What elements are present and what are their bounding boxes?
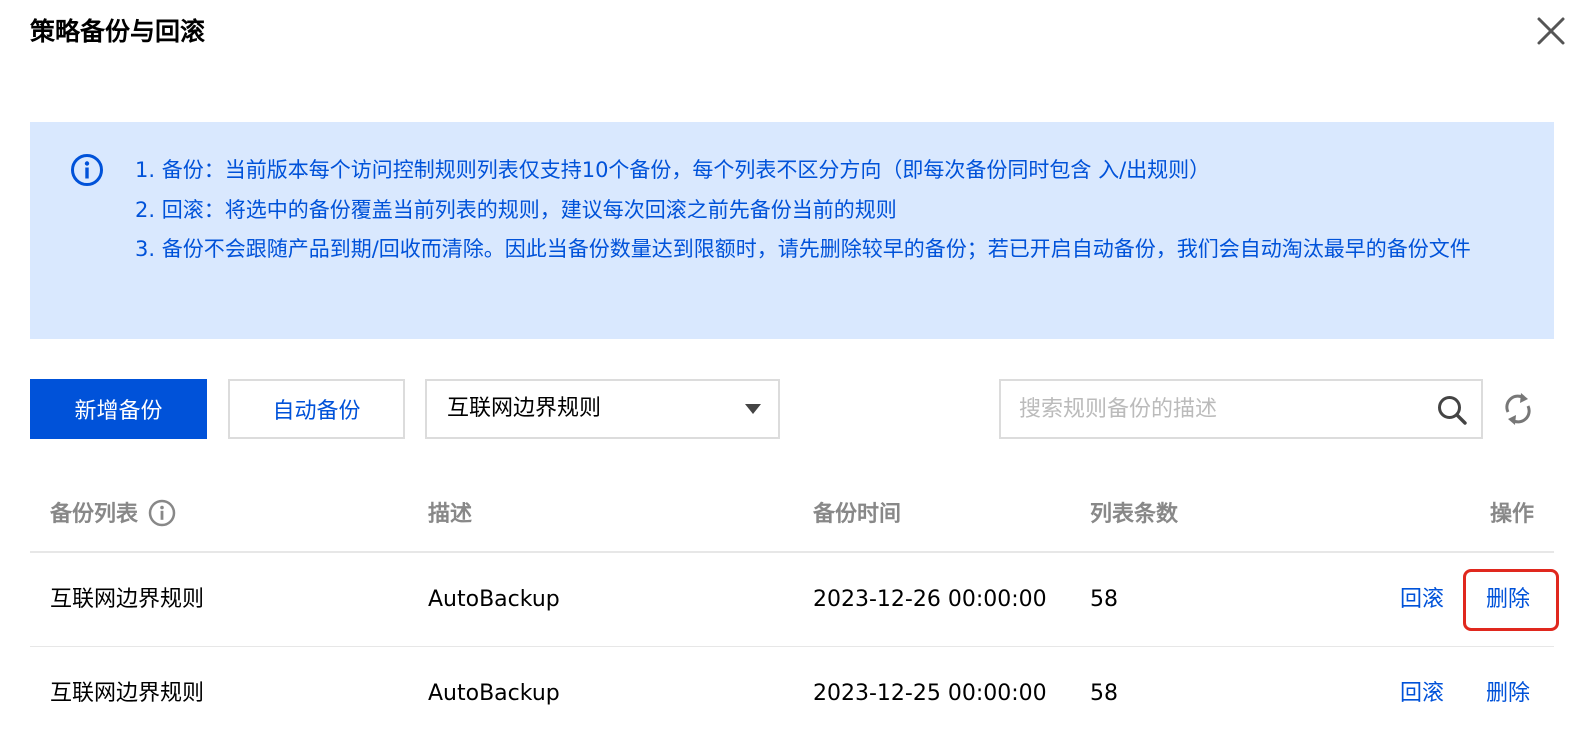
rollback-link[interactable]: 回滚 bbox=[1400, 553, 1444, 646]
chevron-down-icon bbox=[745, 404, 761, 414]
notice-line: 3. 备份不会跟随产品到期/回收而清除。因此当备份数量达到限额时，请先删除较早的… bbox=[135, 237, 1471, 261]
table-row: 互联网边界规则 AutoBackup 2023-12-25 00:00:00 5… bbox=[30, 647, 1554, 732]
cell-description: AutoBackup bbox=[428, 681, 560, 706]
close-icon[interactable] bbox=[1534, 14, 1568, 48]
delete-link[interactable]: 删除 bbox=[1486, 553, 1530, 646]
cell-list: 互联网边界规则 bbox=[50, 587, 205, 612]
cell-list: 互联网边界规则 bbox=[50, 681, 205, 706]
rule-list-select-value: 互联网边界规则 bbox=[447, 396, 602, 421]
notice-line: 1. 备份：当前版本每个访问控制规则列表仅支持10个备份，每个列表不区分方向（即… bbox=[135, 158, 1211, 182]
search-input[interactable] bbox=[1019, 391, 1419, 427]
backup-table: 备份列表 描述 备份时间 列表条数 操作 互联网边界规则 AutoBackup … bbox=[30, 478, 1559, 732]
add-backup-button[interactable]: 新增备份 bbox=[30, 379, 207, 439]
cell-description: AutoBackup bbox=[428, 587, 560, 612]
cell-count: 58 bbox=[1090, 587, 1118, 612]
info-notice: 1. 备份：当前版本每个访问控制规则列表仅支持10个备份，每个列表不区分方向（即… bbox=[30, 122, 1554, 339]
info-icon bbox=[71, 154, 103, 186]
header-entry-count: 列表条数 bbox=[1090, 502, 1179, 527]
dialog-title: 策略备份与回滚 bbox=[30, 17, 206, 46]
cell-time: 2023-12-25 00:00:00 bbox=[813, 681, 1047, 706]
auto-backup-button[interactable]: 自动备份 bbox=[228, 379, 405, 439]
header-description: 描述 bbox=[428, 502, 473, 527]
rule-list-select[interactable]: 互联网边界规则 bbox=[425, 379, 780, 439]
table-row: 互联网边界规则 AutoBackup 2023-12-26 00:00:00 5… bbox=[30, 553, 1559, 647]
search-icon[interactable] bbox=[1437, 395, 1467, 425]
header-actions: 操作 bbox=[1489, 502, 1534, 527]
delete-link[interactable]: 删除 bbox=[1486, 647, 1530, 732]
refresh-icon[interactable] bbox=[1502, 392, 1534, 426]
cell-count: 58 bbox=[1090, 681, 1118, 706]
rollback-link[interactable]: 回滚 bbox=[1400, 647, 1444, 732]
backup-rollback-dialog: 策略备份与回滚 1. 备份：当前版本每个访问控制规则列表仅支持10个备份，每个列… bbox=[0, 0, 1588, 732]
cell-time: 2023-12-26 00:00:00 bbox=[813, 587, 1047, 612]
notice-text: 1. 备份：当前版本每个访问控制规则列表仅支持10个备份，每个列表不区分方向（即… bbox=[135, 151, 1495, 270]
header-label: 备份列表 bbox=[50, 502, 139, 527]
header-backup-list: 备份列表 bbox=[50, 478, 176, 551]
header-backup-time: 备份时间 bbox=[813, 502, 902, 527]
search-box bbox=[999, 379, 1483, 439]
info-icon[interactable] bbox=[148, 499, 176, 527]
notice-line: 2. 回滚：将选中的备份覆盖当前列表的规则，建议每次回滚之前先备份当前的规则 bbox=[135, 197, 897, 222]
table-header: 备份列表 描述 备份时间 列表条数 操作 bbox=[30, 478, 1554, 553]
